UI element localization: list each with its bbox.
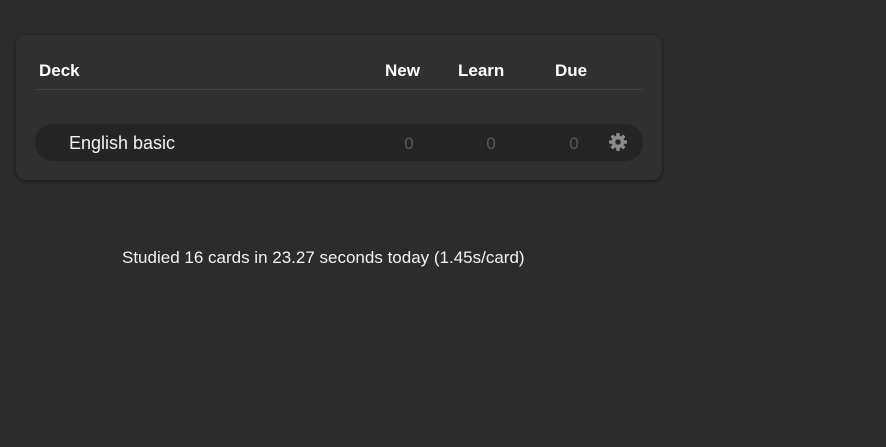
header-divider (36, 89, 642, 90)
column-header-deck: Deck (39, 61, 80, 80)
gear-icon[interactable] (608, 132, 628, 152)
column-header-new: New (385, 61, 420, 80)
column-header-learn: Learn (458, 61, 505, 80)
column-header-due: Due (555, 61, 588, 80)
deck-name-link[interactable]: English basic (69, 133, 175, 153)
deck-row[interactable]: English basic 0 0 0 (35, 124, 643, 161)
learn-count: 0 (486, 134, 496, 153)
due-count: 0 (569, 134, 579, 153)
study-stats-text: Studied 16 cards in 23.27 seconds today … (122, 248, 525, 267)
new-count: 0 (404, 134, 414, 153)
deck-list-panel: Deck New Learn Due English basic 0 0 0 (16, 35, 662, 180)
